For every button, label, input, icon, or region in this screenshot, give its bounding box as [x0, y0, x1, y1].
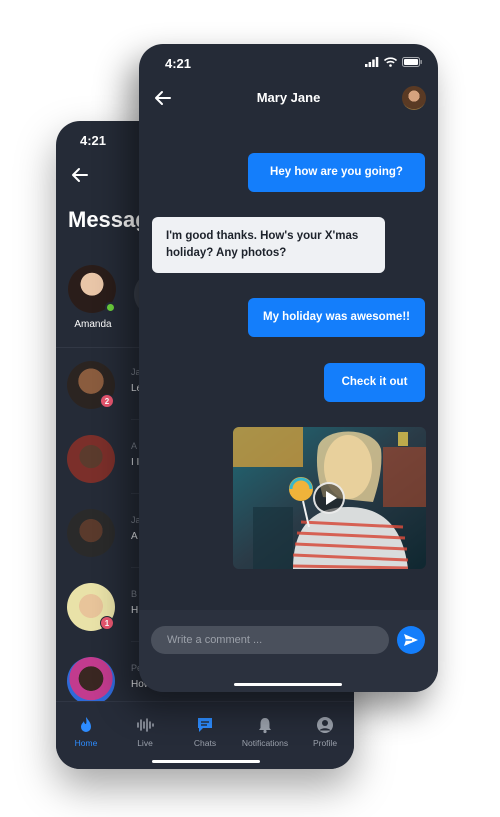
tab-label: Live: [137, 738, 153, 748]
contact-name: Mary Jane: [256, 90, 321, 105]
back-arrow-icon[interactable]: [70, 165, 90, 185]
contact-avatar[interactable]: [402, 86, 426, 110]
tab-home[interactable]: Home: [56, 716, 116, 748]
conversation-preview: A: [131, 531, 138, 542]
battery-icon: [402, 57, 422, 67]
send-button[interactable]: [397, 626, 425, 654]
tab-live[interactable]: Live: [115, 716, 175, 748]
home-indicator: [234, 683, 342, 686]
tab-label: Home: [74, 738, 98, 748]
flame-icon: [81, 717, 91, 732]
play-icon[interactable]: [313, 482, 345, 514]
profile-icon: [317, 717, 333, 733]
message-composer: [139, 610, 438, 692]
message-bubble-outgoing: Hey how are you going?: [248, 153, 425, 192]
unread-badge: 2: [100, 394, 114, 408]
avatar: [67, 509, 115, 557]
unread-badge: 1: [100, 616, 114, 630]
tab-label: Profile: [312, 738, 338, 748]
conversation-name: A: [131, 441, 138, 451]
avatar: [68, 265, 116, 313]
waveform-icon: [137, 718, 154, 732]
bottom-tab-bar: Home Live Chats Notifications Profile: [56, 701, 354, 769]
tab-label: Notifications: [241, 738, 289, 748]
status-time: 4:21: [80, 133, 107, 148]
conversation-preview: H: [131, 605, 139, 616]
status-bar-icons: [365, 57, 422, 67]
wifi-icon: [384, 57, 397, 67]
conversation-name: B: [131, 589, 138, 599]
bell-icon: [259, 718, 271, 734]
story-name: Amanda: [74, 319, 112, 330]
message-bubble-outgoing: My holiday was awesome!!: [248, 298, 425, 337]
chat-screen: 4:21 Mary Jane Hey how are you going? I'…: [139, 44, 438, 692]
tab-notifications[interactable]: Notifications: [235, 716, 295, 748]
tab-label: Chats: [193, 738, 217, 748]
avatar: [67, 657, 115, 705]
tab-chats[interactable]: Chats: [175, 716, 235, 748]
send-icon: [404, 634, 418, 646]
home-indicator: [152, 760, 260, 763]
status-time: 4:21: [165, 56, 192, 71]
comment-input[interactable]: [151, 626, 389, 654]
story-item-amanda[interactable]: Amanda: [68, 265, 118, 335]
avatar: [67, 435, 115, 483]
chat-icon: [198, 718, 212, 732]
signal-icon: [365, 57, 379, 67]
message-bubble-incoming: I'm good thanks. How's your X'mas holida…: [152, 217, 385, 273]
video-attachment[interactable]: [233, 427, 426, 569]
online-indicator: [105, 302, 116, 313]
tab-profile[interactable]: Profile: [295, 716, 354, 748]
message-bubble-outgoing: Check it out: [324, 363, 425, 402]
